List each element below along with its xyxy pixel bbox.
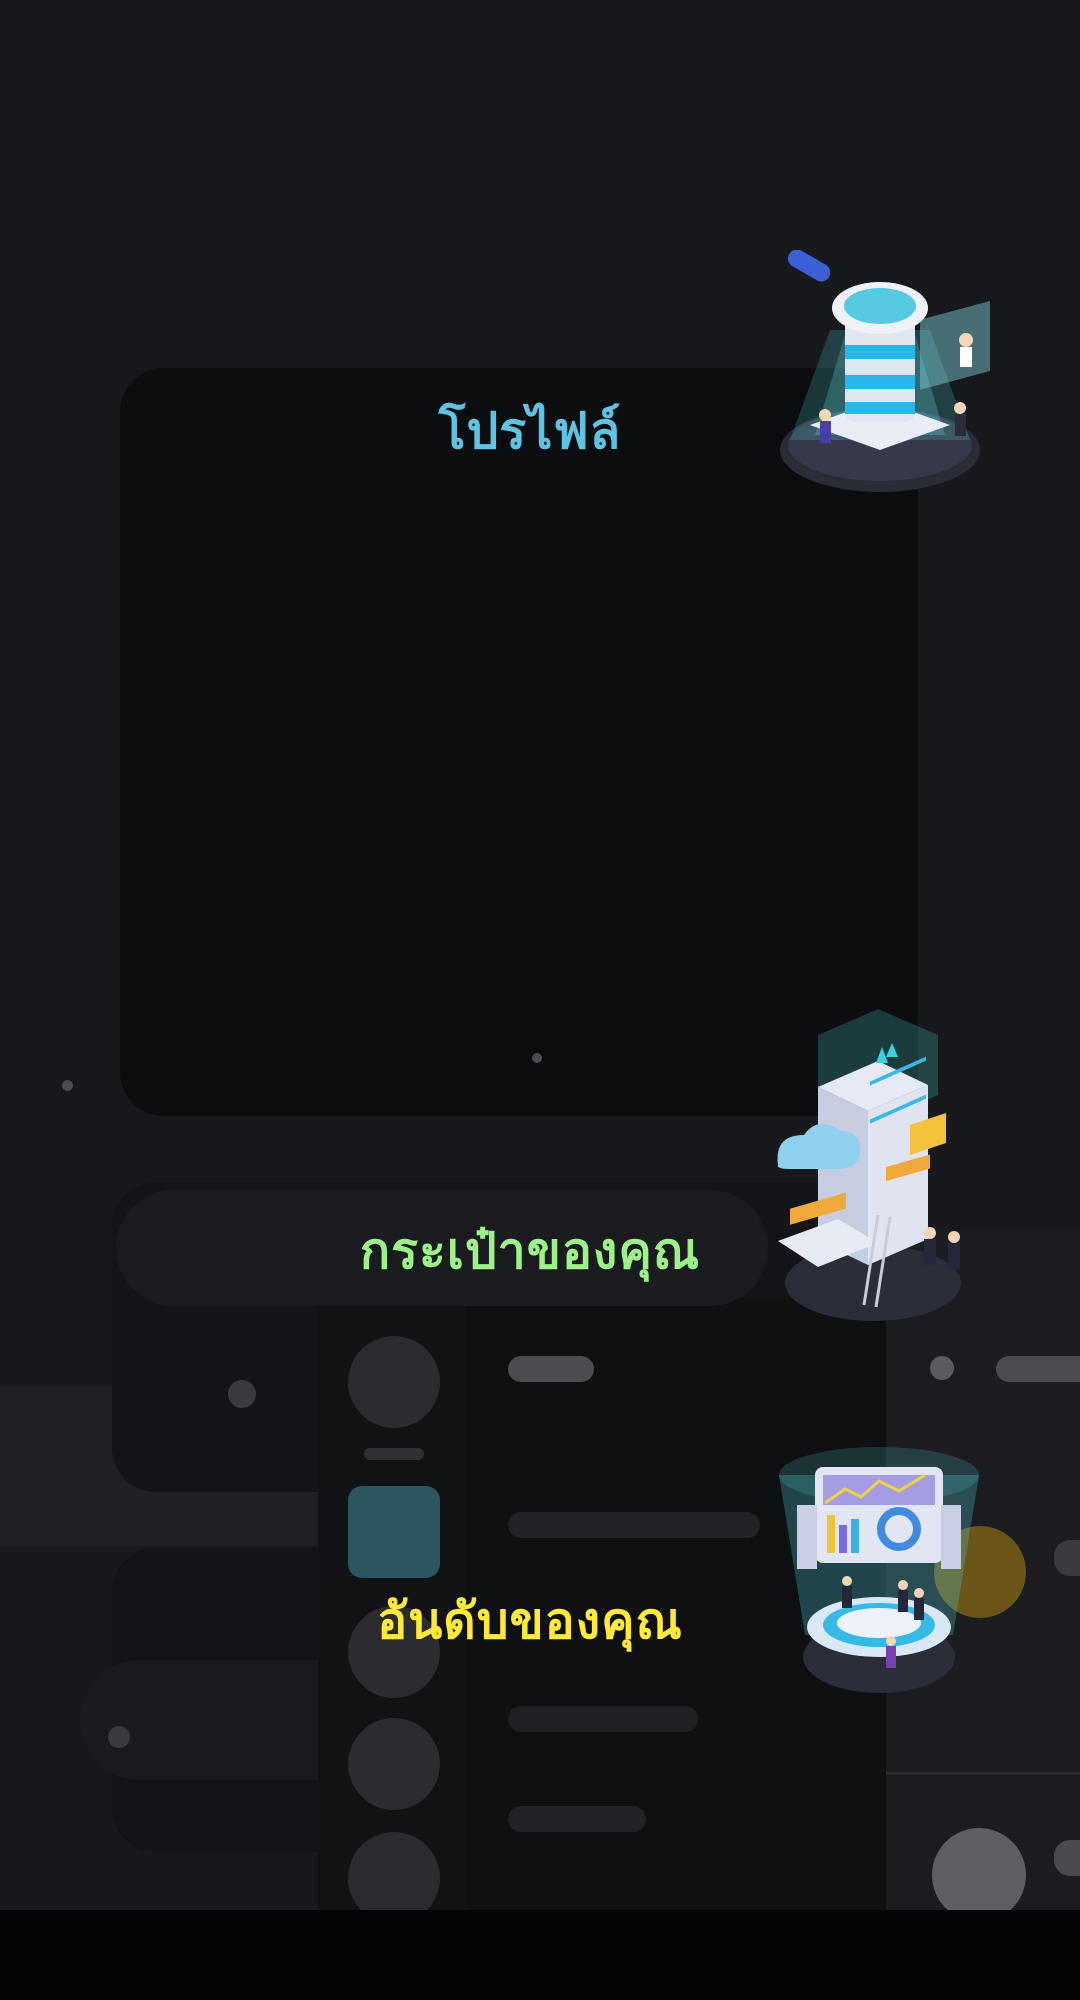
ghost-pill <box>508 1806 646 1832</box>
ghost-dot <box>930 1356 954 1380</box>
decor-dot <box>62 1080 73 1091</box>
decor-dot <box>228 1380 256 1408</box>
ghost-pill <box>996 1356 1080 1382</box>
ghost-avatar <box>932 1828 1026 1922</box>
ghost-divider <box>886 1772 1080 1775</box>
ghost-pill <box>1054 1840 1080 1876</box>
bottom-bar <box>0 1910 1080 2000</box>
ghost-caption <box>364 1448 424 1460</box>
ghost-pill <box>1054 1540 1080 1576</box>
magnifier-database-icon[interactable] <box>770 250 1010 500</box>
server-cloud-icon[interactable] <box>768 1005 978 1325</box>
ghost-avatar <box>348 1718 440 1810</box>
ghost-pill <box>508 1356 594 1382</box>
ghost-pill <box>508 1512 760 1538</box>
ghost-avatar <box>348 1336 440 1428</box>
dashboard-screens-icon[interactable] <box>775 1445 985 1700</box>
decor-dot <box>532 1053 542 1063</box>
ghost-active-tile <box>348 1486 440 1578</box>
ghost-pill <box>508 1706 698 1732</box>
decor-dot <box>108 1726 130 1748</box>
